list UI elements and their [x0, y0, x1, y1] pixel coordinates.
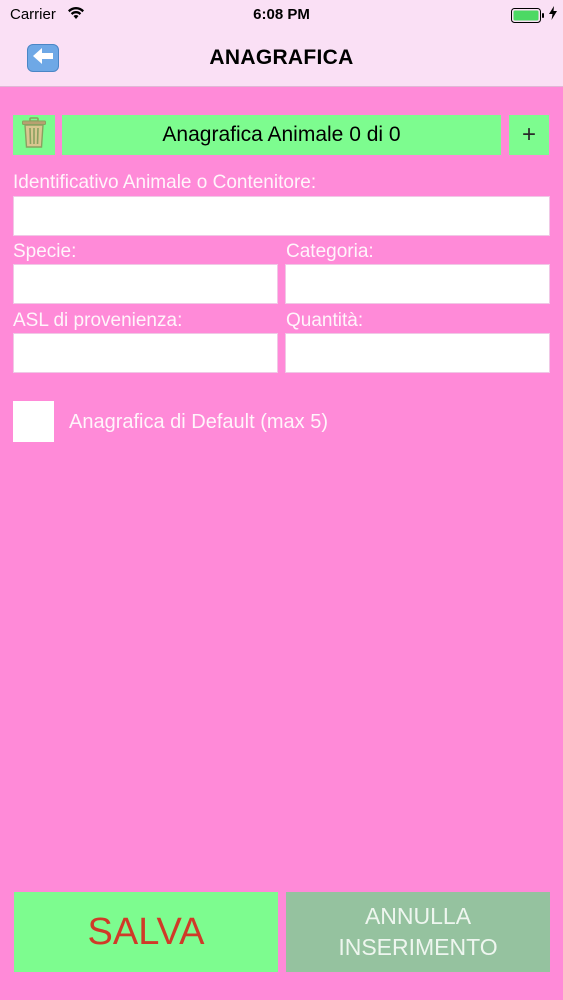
- navigation-bar: ANAGRAFICA: [0, 30, 563, 87]
- identifier-field[interactable]: [13, 196, 550, 236]
- species-label: Specie:: [13, 241, 77, 262]
- default-checkbox-label: Anagrafica di Default (max 5): [69, 411, 329, 433]
- record-header: Anagrafica Animale 0 di 0: [62, 115, 501, 155]
- trash-icon: [21, 116, 47, 154]
- category-field[interactable]: [285, 264, 550, 304]
- quantity-field[interactable]: [285, 333, 550, 373]
- bolt-icon: [549, 6, 557, 24]
- identifier-label: Identificativo Animale o Contenitore:: [13, 172, 317, 193]
- add-record-button[interactable]: +: [509, 115, 549, 155]
- cancel-insert-button[interactable]: ANNULLA INSERIMENTO: [286, 892, 550, 972]
- default-checkbox[interactable]: [13, 401, 54, 442]
- asl-field[interactable]: [13, 333, 278, 373]
- species-field[interactable]: [13, 264, 278, 304]
- quantity-label: Quantità:: [286, 310, 364, 331]
- category-label: Categoria:: [286, 241, 374, 262]
- page-title: ANAGRAFICA: [209, 46, 354, 69]
- battery-icon: [511, 8, 545, 27]
- asl-label: ASL di provenienza:: [13, 310, 183, 331]
- status-time: 6:08 PM: [253, 6, 310, 23]
- save-button[interactable]: SALVA: [14, 892, 278, 972]
- delete-button[interactable]: [13, 115, 55, 155]
- status-bar: Carrier 6:08 PM: [0, 0, 563, 30]
